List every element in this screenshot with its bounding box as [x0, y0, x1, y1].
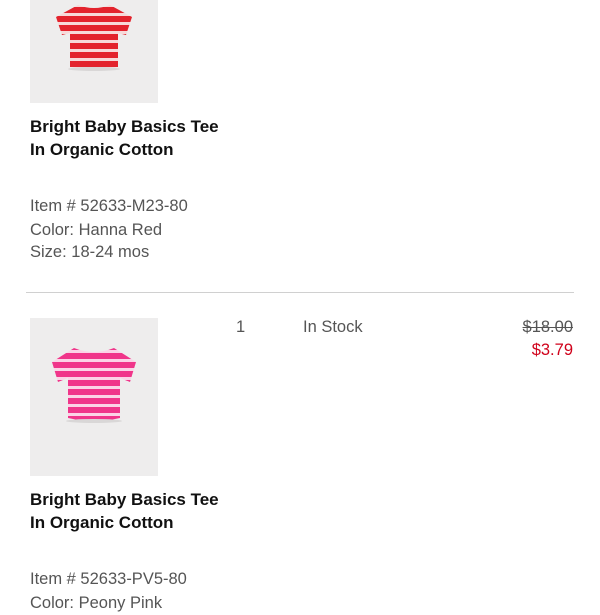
item-number: Item # 52633-PV5-80: [30, 570, 187, 588]
product-name[interactable]: Bright Baby Basics Tee In Organic Cotton: [30, 488, 230, 534]
stock-status: In Stock: [303, 318, 363, 336]
pink-striped-tee-image: [52, 348, 136, 423]
product-color: Color: Peony Pink: [30, 594, 163, 612]
item-number: Item # 52633-M23-80: [30, 197, 188, 215]
original-price: $18.00: [522, 318, 573, 336]
product-details: Item # 52633-M23-80 Color: Hanna Red Siz…: [30, 194, 250, 264]
product-name[interactable]: Bright Baby Basics Tee In Organic Cotton: [30, 115, 230, 161]
product-size: Size: 18-24 mos: [30, 243, 150, 261]
sale-price: $3.79: [531, 341, 573, 359]
product-image[interactable]: [30, 0, 158, 103]
product-image[interactable]: [30, 318, 158, 476]
red-striped-tee-image: [56, 5, 132, 71]
quantity-value[interactable]: 1: [236, 318, 245, 337]
product-color: Color: Hanna Red: [30, 221, 163, 239]
item-divider: [26, 292, 574, 293]
product-details: Item # 52633-PV5-80 Color: Peony Pink: [30, 567, 250, 615]
